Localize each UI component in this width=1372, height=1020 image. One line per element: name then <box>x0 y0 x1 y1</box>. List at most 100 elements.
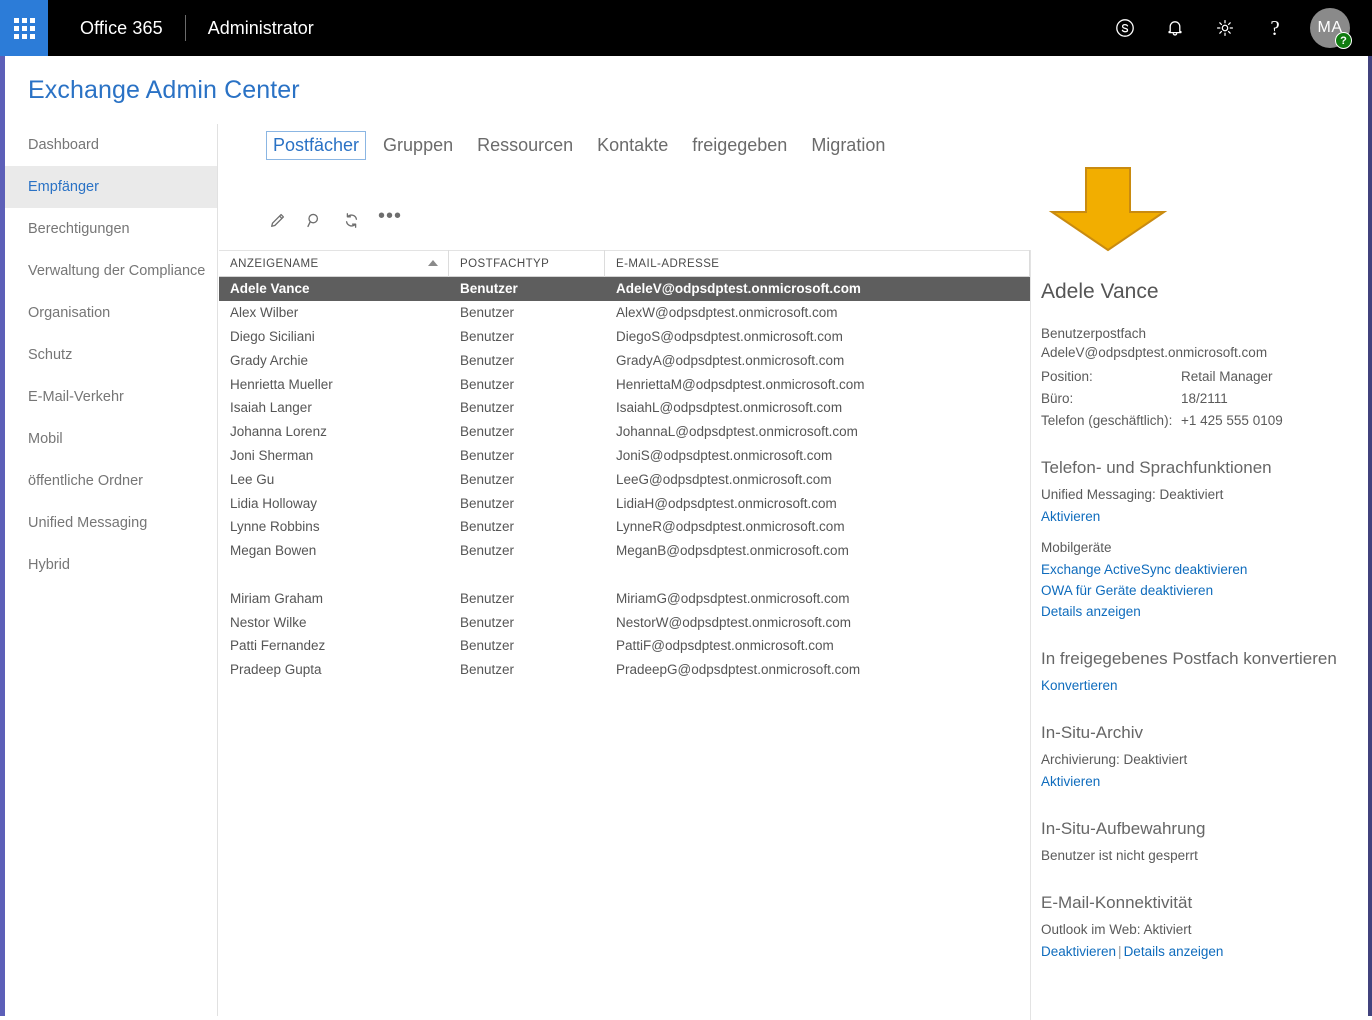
sidebar-item-label: Empfänger <box>28 179 99 195</box>
cell-displayname: Lidia Holloway <box>230 495 318 511</box>
cell-mailboxtype: Benutzer <box>460 590 515 606</box>
cell-mailboxtype: Benutzer <box>460 614 515 630</box>
bell-icon[interactable] <box>1150 0 1200 56</box>
suite-bar-actions: ? MA ? <box>1100 0 1372 56</box>
table-row[interactable]: Miriam Graham Benutzer MiriamG@odpsdptest.… <box>219 586 1030 610</box>
tab-3[interactable]: Kontakte <box>590 131 675 160</box>
column-header-mailboxtype[interactable]: POSTFACHTYP <box>449 250 605 277</box>
link-show-device-details[interactable]: Details anzeigen <box>1041 604 1344 619</box>
link-disable-activesync[interactable]: Exchange ActiveSync deaktivieren <box>1041 562 1344 577</box>
link-show-connectivity-details[interactable]: Details anzeigen <box>1124 944 1224 959</box>
cell-mailboxtype: Benutzer <box>460 376 515 392</box>
cell-email: PradeepG@odpsdptest.onmicrosoft.com <box>616 662 861 678</box>
sidebar-item-9[interactable]: Unified Messaging <box>5 502 217 544</box>
search-icon[interactable] <box>304 209 324 231</box>
table-row[interactable]: Diego Siciliani Benutzer DiegoS@odpsdptest… <box>219 325 1030 349</box>
owa-status: Outlook im Web: Aktiviert <box>1041 922 1192 937</box>
sidebar-item-8[interactable]: öffentliche Ordner <box>5 460 217 502</box>
sidebar-item-label: E-Mail-Verkehr <box>28 389 124 405</box>
table-row[interactable]: Megan Bowen Benutzer MeganB@odpsdptest.onm… <box>219 539 1030 563</box>
section-heading-archive: In-Situ-Archiv <box>1041 723 1144 742</box>
column-header-email-label: E-MAIL-ADRESSE <box>616 257 720 270</box>
table-row[interactable]: Johanna Lorenz Benutzer JohannaL@odpsdptes… <box>219 420 1030 444</box>
sidebar-nav: Dashboard Empfänger Berechtigungen Verwaltu… <box>5 124 218 1016</box>
cell-mailboxtype: Benutzer <box>460 328 515 344</box>
tab-2[interactable]: Ressourcen <box>470 131 580 160</box>
help-icon[interactable]: ? <box>1250 0 1300 56</box>
cell-mailboxtype: Benutzer <box>460 424 515 440</box>
sidebar-item-2[interactable]: Berechtigungen <box>5 208 217 250</box>
cell-email: AdeleV@odpsdptest.onmicrosoft.com <box>616 281 861 297</box>
cell-email: MiriamG@odpsdptest.onmicrosoft.com <box>616 590 850 606</box>
link-disable-owa[interactable]: Deaktivieren <box>1041 944 1116 959</box>
sidebar-item-label: Hybrid <box>28 557 70 573</box>
details-office-row: Büro: 18/2111 <box>1041 391 1344 406</box>
refresh-icon[interactable] <box>341 209 361 231</box>
link-separator: | <box>1118 944 1122 959</box>
suite-bar-divider <box>184 15 186 41</box>
table-row[interactable]: Patti Fernandez Benutzer PattiF@odpsdptest… <box>219 634 1030 658</box>
table-row[interactable]: Lynne Robbins Benutzer LynneR@odpsdptest.o… <box>219 515 1030 539</box>
tab-bar: Postfächer Gruppen Ressourcen Kontakte freig… <box>219 124 1368 160</box>
tab-5[interactable]: Migration <box>804 131 892 160</box>
cell-displayname: Johanna Lorenz <box>230 424 327 440</box>
sidebar-item-4[interactable]: Organisation <box>5 292 217 334</box>
app-launcher-button[interactable] <box>0 0 48 56</box>
link-convert-to-shared[interactable]: Konvertieren <box>1041 678 1344 693</box>
column-header-displayname[interactable]: ANZEIGENAME <box>219 250 449 277</box>
table-row[interactable]: Alex Wilber Benutzer AlexW@odpsdptest.onmi… <box>219 301 1030 325</box>
table-row[interactable]: Pradeep Gupta Benutzer PradeepG@odpsdptest… <box>219 658 1030 682</box>
cell-mailboxtype: Benutzer <box>460 519 515 535</box>
help-glyph: ? <box>1270 15 1280 40</box>
sidebar-item-6[interactable]: E-Mail-Verkehr <box>5 376 217 418</box>
cell-displayname: Lee Gu <box>230 471 275 487</box>
table-row[interactable]: Nestor Wilke Benutzer NestorW@odpsdptest.o… <box>219 610 1030 634</box>
list-and-details-split: ANZEIGENAME POSTFACHTYP E-MAIL-ADRESSE A… <box>219 250 1368 1020</box>
sidebar-item-1[interactable]: Empfänger <box>5 166 217 208</box>
details-position-row: Position: Retail Manager <box>1041 369 1344 384</box>
office365-suite-bar: Office 365 Administrator ? MA ? <box>0 0 1372 56</box>
tab-0[interactable]: Postfächer <box>266 131 367 160</box>
cell-displayname: Patti Fernandez <box>230 638 326 654</box>
sidebar-item-label: Verwaltung der Compliance <box>28 263 206 279</box>
table-row[interactable]: Lidia Holloway Benutzer LidiaH@odpsdptest.… <box>219 491 1030 515</box>
cell-email: MeganB@odpsdptest.onmicrosoft.com <box>616 543 849 559</box>
cell-displayname: Miriam Graham <box>230 590 324 606</box>
user-avatar[interactable]: MA ? <box>1310 8 1352 49</box>
table-row[interactable]: Grady Archie Benutzer GradyA@odpsdptest.on… <box>219 348 1030 372</box>
sidebar-item-3[interactable]: Verwaltung der Compliance <box>5 250 217 292</box>
tab-1[interactable]: Gruppen <box>376 131 460 160</box>
sidebar-item-label: öffentliche Ordner <box>28 473 143 489</box>
tab-4[interactable]: freigegeben <box>685 131 794 160</box>
main-content: Postfächer Gruppen Ressourcen Kontakte freig… <box>219 124 1368 1020</box>
sidebar-item-0[interactable]: Dashboard <box>5 124 217 166</box>
table-row[interactable]: Isaiah Langer Benutzer IsaiahL@odpsdptest.… <box>219 396 1030 420</box>
suite-brand-label[interactable]: Office 365 <box>80 18 163 39</box>
skype-icon[interactable] <box>1100 0 1150 56</box>
cell-displayname: Pradeep Gupta <box>230 662 322 678</box>
column-header-email[interactable]: E-MAIL-ADRESSE <box>605 250 1030 277</box>
table-body: Adele Vance Benutzer AdeleV@odpsdptest.onm… <box>219 277 1030 682</box>
details-phone-row: Telefon (geschäftlich): +1 425 555 0109 <box>1041 413 1344 428</box>
table-row[interactable]: Henrietta Mueller Benutzer HenriettaM@odps… <box>219 372 1030 396</box>
link-disable-owa-devices[interactable]: OWA für Geräte deaktivieren <box>1041 583 1344 598</box>
cell-mailboxtype: Benutzer <box>460 281 518 297</box>
hold-status: Benutzer ist nicht gesperrt <box>1041 848 1198 863</box>
cell-displayname: Alex Wilber <box>230 305 299 321</box>
mailbox-table: ANZEIGENAME POSTFACHTYP E-MAIL-ADRESSE A… <box>219 250 1030 1020</box>
cell-mailboxtype: Benutzer <box>460 400 515 416</box>
table-row[interactable]: Adele Vance Benutzer AdeleV@odpsdptest.onm… <box>219 277 1030 301</box>
link-activate-unified-messaging[interactable]: Aktivieren <box>1041 509 1344 524</box>
more-options-icon[interactable]: ••• <box>378 206 402 229</box>
cell-mailboxtype: Benutzer <box>460 305 515 321</box>
edit-pencil-icon[interactable] <box>267 209 287 231</box>
cell-displayname: Diego Siciliani <box>230 328 315 344</box>
sidebar-item-10[interactable]: Hybrid <box>5 544 217 586</box>
table-row[interactable]: Joni Sherman Benutzer JoniS@odpsdptest.onm… <box>219 444 1030 468</box>
sidebar-item-5[interactable]: Schutz <box>5 334 217 376</box>
sidebar-item-7[interactable]: Mobil <box>5 418 217 460</box>
link-activate-archive[interactable]: Aktivieren <box>1041 774 1344 789</box>
table-row[interactable]: Lee Gu Benutzer LeeG@odpsdptest.onmicrosof… <box>219 467 1030 491</box>
gear-icon[interactable] <box>1200 0 1250 56</box>
cell-email: AlexW@odpsdptest.onmicrosoft.com <box>616 305 838 321</box>
